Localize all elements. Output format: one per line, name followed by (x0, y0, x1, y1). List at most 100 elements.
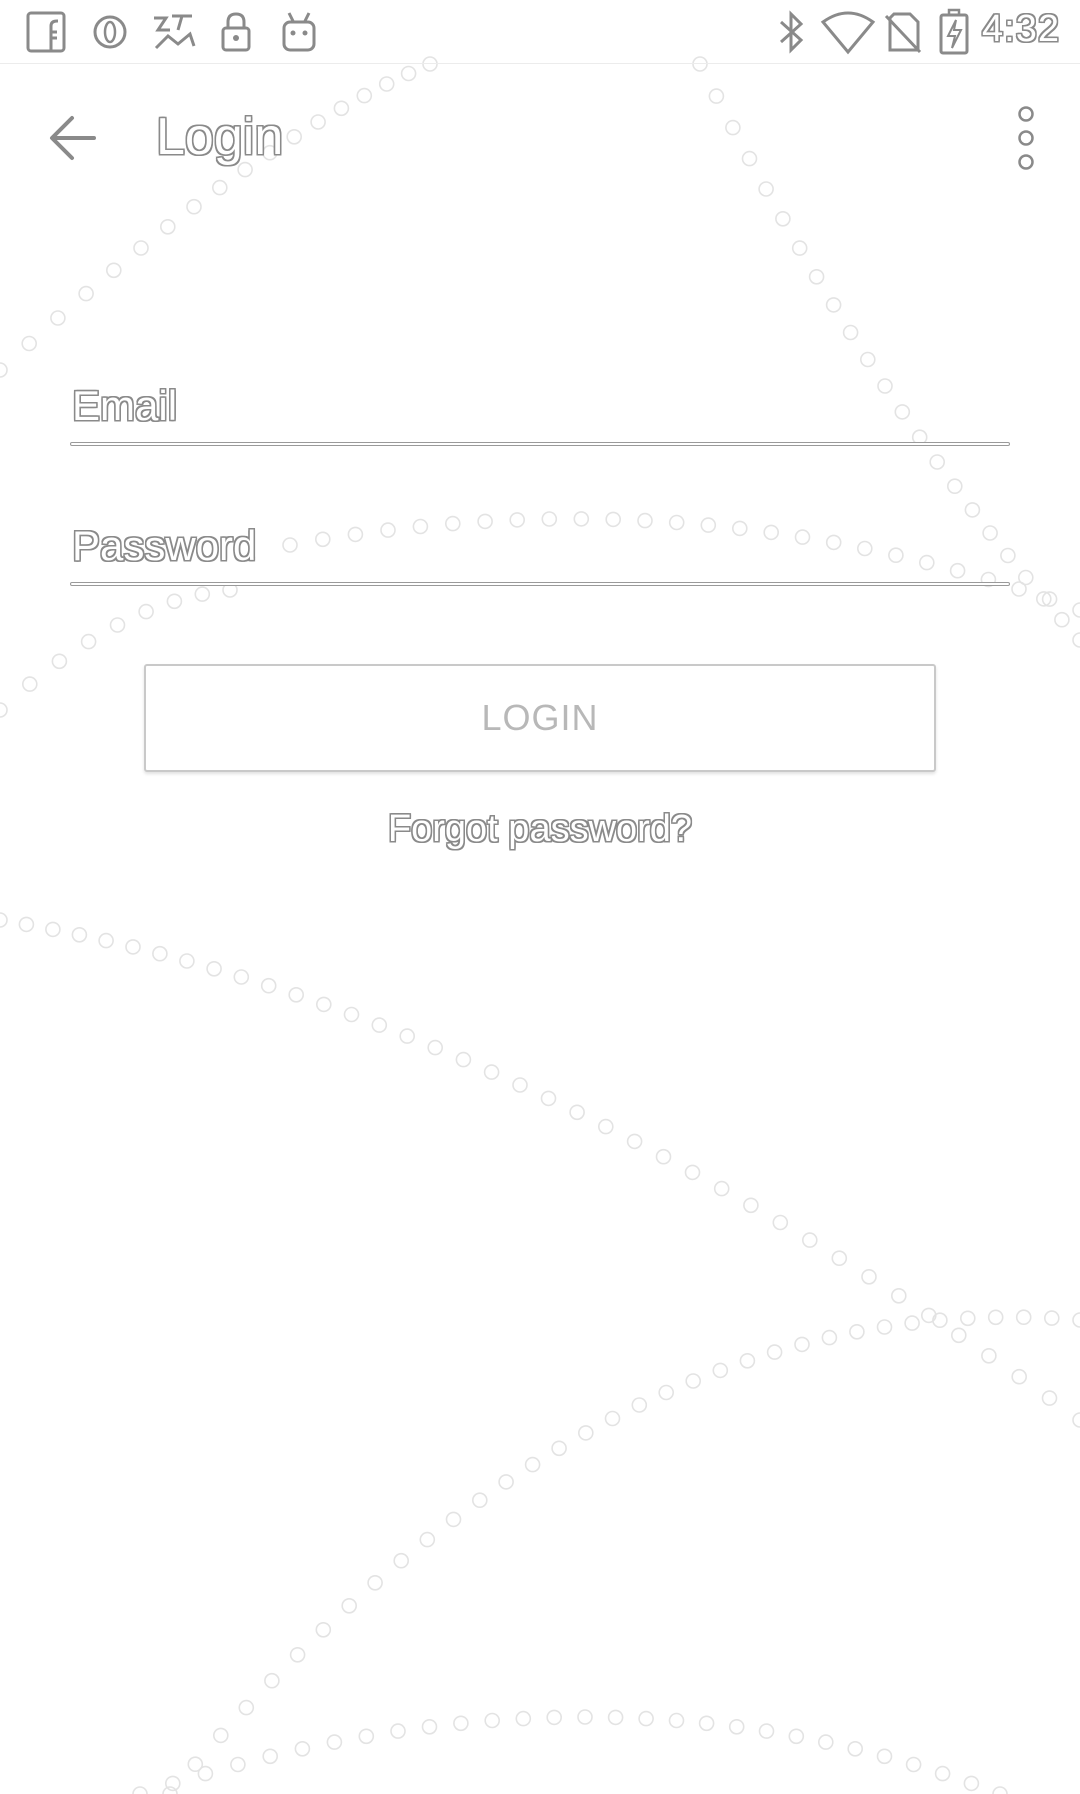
background-dot (604, 1410, 621, 1427)
email-input[interactable] (70, 376, 1010, 436)
background-dot (133, 240, 149, 256)
background-dot (546, 1709, 563, 1726)
forgot-password-link[interactable]: Forgot password? (0, 808, 1080, 851)
background-dot (455, 1051, 472, 1068)
background-dot (0, 362, 8, 378)
background-dot (1054, 611, 1070, 628)
background-dot (847, 1741, 864, 1757)
password-underline (70, 582, 1010, 586)
page-title: Login (156, 108, 284, 166)
background-dot (166, 593, 183, 610)
background-dot (904, 1315, 920, 1331)
background-dot (638, 1710, 654, 1727)
background-dot (801, 1232, 818, 1248)
background-dot (631, 1397, 648, 1413)
back-button[interactable] (40, 105, 106, 171)
background-dot (1072, 1412, 1080, 1428)
background-dot (71, 926, 88, 943)
background-dot (929, 454, 946, 470)
background-dot (484, 1712, 501, 1729)
background-dot (540, 1090, 557, 1107)
more-vert-icon (1018, 106, 1034, 170)
background-dot (658, 1384, 675, 1401)
background-dot (626, 1133, 643, 1150)
background-dot (890, 1288, 907, 1304)
background-dot (876, 1319, 893, 1335)
background-dot (772, 1214, 789, 1231)
background-dot (341, 1598, 358, 1614)
status-bar: 4:32 (0, 0, 1080, 64)
background-dot (808, 268, 825, 285)
background-dot (551, 1440, 567, 1457)
background-dot (597, 1118, 614, 1135)
background-dot (859, 351, 876, 368)
background-dot (842, 324, 859, 341)
background-dot (262, 1748, 279, 1765)
battery-charging-icon (938, 8, 970, 56)
bluetooth-icon (772, 8, 810, 56)
background-dot (78, 285, 94, 302)
background-dot (1015, 1309, 1032, 1325)
background-dot (50, 310, 66, 326)
background-dot (950, 1327, 967, 1344)
background-dot (288, 986, 305, 1003)
background-dot (758, 1723, 775, 1739)
background-dot (498, 1474, 514, 1490)
background-dot (825, 297, 842, 313)
background-dot (98, 932, 114, 949)
password-input[interactable] (70, 516, 1010, 576)
background-dot (21, 335, 38, 352)
background-dot (1072, 602, 1080, 618)
background-dot (230, 1756, 246, 1773)
background-dot (233, 969, 250, 985)
wifi-icon (820, 8, 876, 56)
background-dot (138, 603, 154, 620)
background-dot (739, 1353, 756, 1369)
app-bar: Login (0, 63, 1080, 213)
background-dot (0, 912, 8, 928)
background-dot (315, 1622, 332, 1638)
background-dot (932, 1312, 948, 1328)
background-dot (831, 1250, 848, 1266)
background-dot (794, 1336, 810, 1353)
background-dot (569, 1104, 585, 1121)
background-dot (264, 1672, 280, 1689)
background-dot (1011, 1368, 1028, 1385)
background-dot (959, 1310, 976, 1327)
background-dot (515, 1710, 532, 1727)
background-dot (788, 1728, 805, 1745)
password-field[interactable]: Password (70, 506, 1010, 586)
email-field[interactable]: Email (70, 366, 1010, 446)
background-dot (524, 1456, 541, 1473)
background-dot (289, 1647, 306, 1663)
background-dot (194, 586, 211, 602)
background-dot (18, 916, 35, 933)
background-dot (607, 1709, 624, 1726)
background-dot (876, 1748, 893, 1765)
background-dot (371, 1017, 388, 1033)
background-dot (713, 1180, 730, 1197)
overflow-menu-button[interactable] (1004, 103, 1048, 173)
login-button[interactable]: LOGIN (144, 664, 936, 772)
no-sim-icon (882, 8, 924, 56)
background-dot (213, 1727, 229, 1744)
background-dot (106, 262, 122, 279)
background-dot (981, 1348, 997, 1364)
background-dot (963, 1775, 980, 1792)
background-dot (483, 1064, 500, 1080)
background-dot (399, 1028, 416, 1044)
background-dot (419, 1531, 436, 1548)
background-dot (132, 1786, 148, 1794)
background-dot (849, 1324, 865, 1340)
background-dot (791, 240, 808, 256)
background-dot (905, 1756, 922, 1773)
background-dot (766, 1344, 783, 1360)
background-dot (390, 1723, 406, 1739)
app-icon (148, 8, 198, 56)
background-dot (125, 939, 141, 955)
background-dot (0, 702, 8, 718)
background-dot (577, 1709, 593, 1725)
background-dot (743, 1197, 759, 1214)
background-dot (21, 676, 38, 692)
background-dot (817, 1734, 834, 1750)
